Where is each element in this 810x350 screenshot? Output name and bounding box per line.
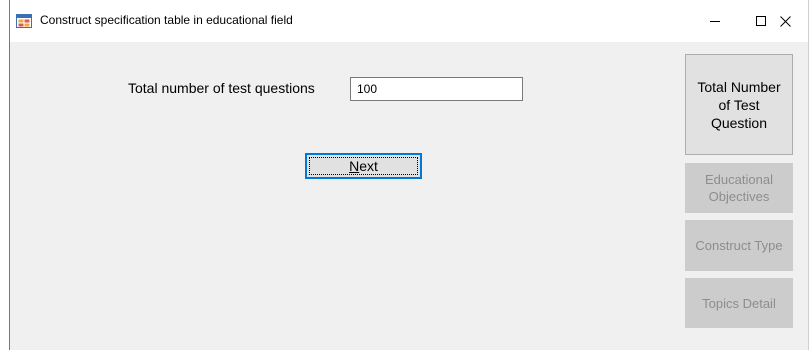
next-mnemonic: N (349, 158, 360, 174)
sidebar-item-label: Construct Type (695, 238, 783, 253)
title-bar[interactable]: Construct specification table in educati… (10, 0, 808, 42)
total-questions-label: Total number of test questions (128, 80, 315, 96)
minimize-icon (710, 21, 720, 22)
sidebar-item-label: Total Number of Test Question (697, 78, 781, 131)
sidebar-item-label: Topics Detail (702, 295, 776, 311)
close-button[interactable] (762, 0, 808, 42)
sidebar-item-total-number[interactable]: Total Number of Test Question (685, 54, 793, 155)
sidebar-item-topics-detail[interactable]: Topics Detail (685, 278, 793, 328)
app-form-icon (16, 14, 32, 28)
minimize-button[interactable] (692, 0, 738, 42)
close-icon (779, 15, 791, 27)
sidebar-item-educational-objectives[interactable]: Educational Objectives (685, 163, 793, 213)
app-window: Construct specification table in educati… (9, 0, 809, 350)
total-questions-input[interactable] (350, 77, 523, 101)
sidebar-item-construct-type[interactable]: Construct Type (685, 220, 793, 271)
next-button[interactable]: Next (305, 153, 422, 179)
window-title: Construct specification table in educati… (40, 13, 293, 27)
next-label: ext (359, 158, 378, 174)
sidebar-item-label: Educational Objectives (705, 172, 773, 204)
